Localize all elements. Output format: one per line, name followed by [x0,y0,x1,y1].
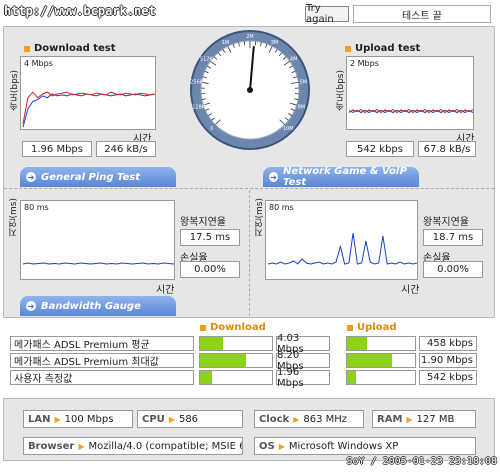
gauge-row-label: 메가패스 ADSL Premium 평균 [10,336,194,351]
upload-value: 1.90 Mbps [419,353,477,368]
download-bar [199,336,273,351]
series-line-1 [22,91,155,124]
tab-general-ping[interactable]: ➜ General Ping Test [20,167,176,187]
speed-gauge: 0 128K 256K 512K 1M 2M 3M 4M 5M 8M 10M [190,30,310,150]
download-title: Download test [24,43,116,54]
series-line-0 [22,93,155,128]
arrow-icon: ▶ [278,441,285,451]
bullet-icon [24,45,30,52]
divider [4,188,494,189]
download-ymax: 4 Mbps [24,59,53,68]
upload-bar [346,353,416,368]
series-line-0 [267,232,417,265]
game-rtt-label: 왕복지연율 [423,217,469,228]
tab-bandwidth-gauge[interactable]: ➜ Bandwidth Gauge [20,296,176,316]
download-bar-fill [200,371,212,384]
arrow-icon: ▶ [293,414,300,424]
lan-info: LAN ▶ 100 Mbps [23,410,133,428]
ping-chart [22,262,174,265]
gauge-tick-label: 10M [283,126,294,132]
gauge-tick-label: 8M [298,105,306,111]
upload-bar-fill [347,337,368,350]
download-bar-fill [200,337,224,350]
download-bar [199,353,273,368]
upload-bar [346,370,416,385]
game-loss: 0.00% [423,261,483,278]
arrow-icon: ▶ [168,414,175,424]
upload-bar-fill [347,354,392,367]
gauge-row-label: 메가패스 ADSL Premium 최대값 [10,353,194,368]
gauge-upload-header: Upload [347,322,396,333]
status-display: 테스트 끝 [353,5,491,23]
gauge-tick-label: 3M [271,40,279,46]
upload-value: 542 kbps [419,370,477,385]
gauge-tick-label: 5M [300,80,308,86]
arrow-right-icon: ➜ [26,301,36,311]
ping-graph: 80 ms [20,200,175,280]
download-kbs: 246 kB/s [96,141,156,157]
gauge-row-label: 사용자 측정값 [10,370,194,385]
bullet-icon [345,45,351,52]
game-rtt: 18.7 ms [423,229,483,246]
ping-rtt: 17.5 ms [180,229,240,246]
ping-loss: 0.00% [180,261,240,278]
arrow-right-icon: ➜ [26,172,36,182]
footer-timestamp: SoY / 2005-01-23 23:18:08 [346,456,497,467]
game-graph: 80 ms [265,200,418,280]
download-bar-fill [200,354,247,367]
upload-kbs: 67.8 kB/s [418,141,476,157]
upload-bar [346,336,416,351]
browser-info: Browser ▶ Mozilla/4.0 (compatible; MSIE 6.… [23,437,243,455]
os-info: OS ▶ Microsoft Windows XP [254,437,476,455]
gauge-tick-label: 512K [200,56,214,62]
arrow-icon: ▶ [78,441,85,451]
gauge-tick-label: 2M [246,34,254,40]
download-bar [199,370,273,385]
ping-rtt-label: 왕복지연율 [180,217,226,228]
game-ymax: 80 ms [269,203,294,212]
upload-kbps: 542 kbps [346,141,414,157]
gauge-tick-label: 256K [190,80,204,86]
upload-value: 458 kbps [419,336,477,351]
cpu-info: CPU ▶ 586 [137,410,243,428]
series-line-0 [22,262,174,265]
game-xlabel: 시간 [401,285,420,296]
tab-network-game[interactable]: ➜ Network Game & VoIP Test [263,166,419,188]
arrow-right-icon: ➜ [269,172,279,182]
gauge-download-header: Download [200,322,266,333]
upload-ymax: 2 Mbps [350,59,379,68]
site-url: http://www.bcpark.net [4,4,156,18]
bullet-icon [200,324,206,331]
upload-bar-fill [347,371,356,384]
gauge-hub [247,87,253,93]
download-value: 1.96 Mbps [276,367,330,389]
ping-xlabel: 시간 [156,285,175,296]
gauge-tick-label: 0 [210,126,213,132]
gauge-tick-label: 1M [222,40,230,46]
clock-info: Clock ▶ 863 MHz [254,410,364,428]
download-graph: 4 Mbps [20,56,156,130]
gauge-tick-label: 4M [290,56,298,62]
ping-ymax: 80 ms [24,203,49,212]
try-again-button[interactable]: Try again [305,3,349,25]
upload-graph: 2 Mbps [346,56,474,130]
ram-info: RAM ▶ 127 MB [372,410,476,428]
arrow-icon: ▶ [406,414,413,424]
divider [249,190,250,316]
arrow-icon: ▶ [54,414,61,424]
upload-title: Upload test [345,43,420,54]
gauge-tick-label: 128K [192,105,206,111]
bullet-icon [347,324,353,331]
download-mbps: 1.96 Mbps [22,141,92,157]
ping-ylabel: 지연(ms) [9,198,19,237]
game-chart [267,232,417,265]
